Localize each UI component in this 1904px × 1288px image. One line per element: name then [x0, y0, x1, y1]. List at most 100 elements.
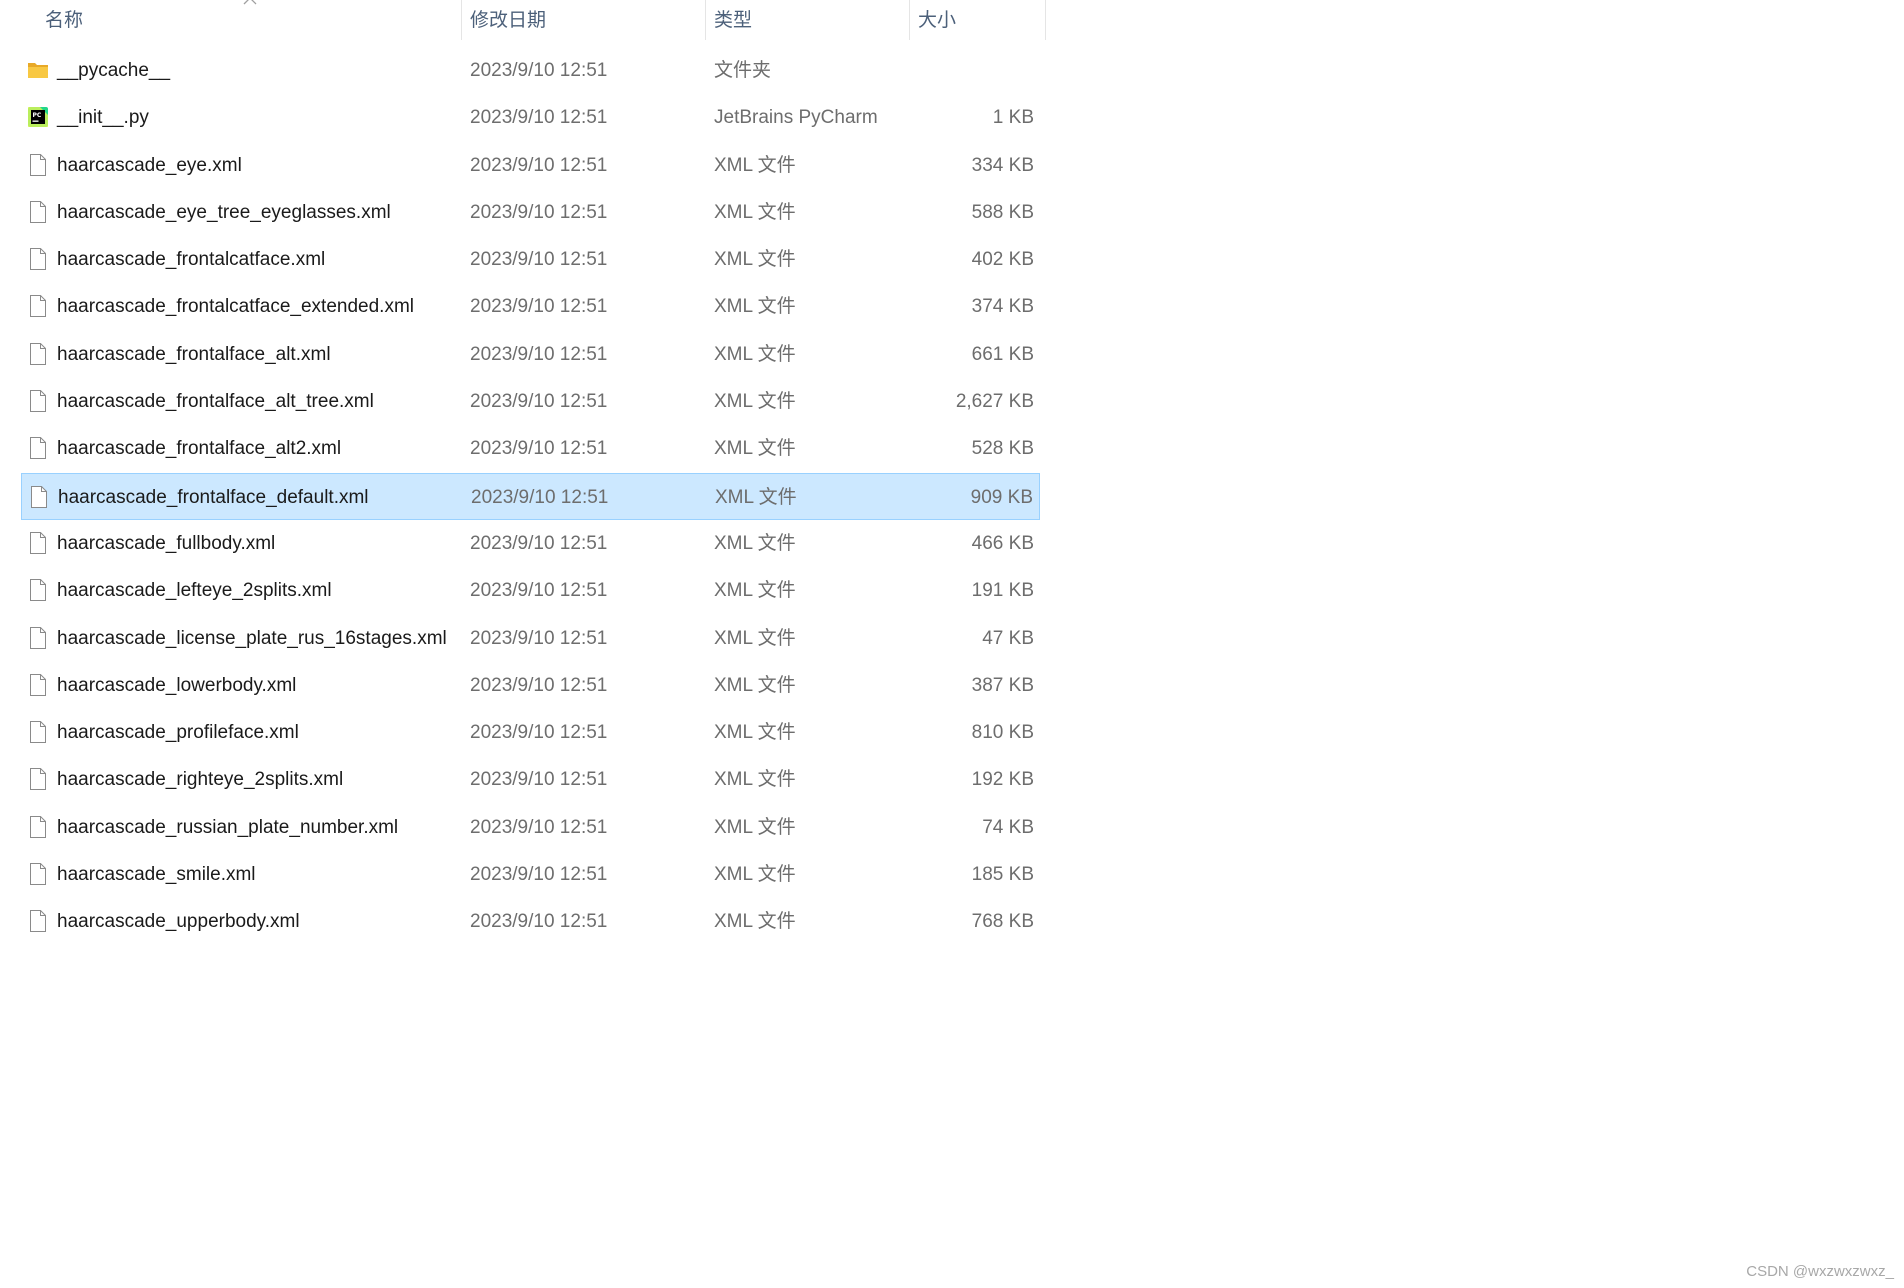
file-modified-date: 2023/9/10 12:51 [470, 627, 608, 649]
file-row[interactable]: haarcascade_russian_plate_number.xml 2023… [21, 804, 1040, 851]
file-modified-date: 2023/9/10 12:51 [470, 532, 608, 554]
file-name: haarcascade_eye.xml [57, 154, 242, 176]
file-icon [27, 247, 49, 271]
file-modified-date: 2023/9/10 12:51 [471, 486, 609, 508]
file-row[interactable]: haarcascade_smile.xml 2023/9/10 12:51 XML … [21, 851, 1040, 898]
file-row[interactable]: haarcascade_eye_tree_eyeglasses.xml 2023/… [21, 189, 1040, 236]
file-size: 185 KB [971, 864, 1034, 886]
file-icon [27, 862, 49, 886]
file-row[interactable]: haarcascade_lefteye_2splits.xml 2023/9/10… [21, 567, 1040, 614]
file-icon [28, 485, 50, 509]
file-name: haarcascade_frontalface_alt_tree.xml [57, 391, 374, 413]
file-row[interactable]: haarcascade_frontalcatface_extended.xml 2… [21, 283, 1040, 330]
file-row[interactable]: haarcascade_frontalcatface.xml 2023/9/10 … [21, 236, 1040, 283]
file-name: haarcascade_frontalface_alt2.xml [57, 438, 342, 460]
file-row[interactable]: haarcascade_frontalface_alt.xml 2023/9/10… [21, 331, 1040, 378]
file-type: XML 文件 [714, 296, 796, 318]
file-row[interactable]: haarcascade_righteye_2splits.xml 2023/9/1… [21, 756, 1040, 803]
file-row[interactable]: haarcascade_lowerbody.xml 2023/9/10 12:51… [21, 662, 1040, 709]
file-size: 192 KB [971, 769, 1034, 791]
file-size: 909 KB [970, 486, 1033, 508]
file-size: 334 KB [971, 154, 1034, 176]
pycharm-icon: PC [27, 105, 49, 129]
column-divider[interactable] [1045, 0, 1046, 40]
file-type: XML 文件 [714, 532, 796, 554]
file-icon [27, 342, 49, 366]
file-modified-date: 2023/9/10 12:51 [470, 107, 608, 129]
file-type: XML 文件 [714, 249, 796, 271]
file-modified-date: 2023/9/10 12:51 [470, 769, 608, 791]
file-type: XML 文件 [714, 438, 796, 460]
file-size: 191 KB [971, 580, 1034, 602]
file-modified-date: 2023/9/10 12:51 [470, 343, 608, 365]
file-icon [27, 436, 49, 460]
file-row[interactable]: __pycache__ 2023/9/10 12:51 文件夹 [21, 47, 1040, 94]
file-row[interactable]: haarcascade_profileface.xml 2023/9/10 12:… [21, 709, 1040, 756]
file-modified-date: 2023/9/10 12:51 [470, 722, 608, 744]
file-icon [27, 200, 49, 224]
file-size: 47 KB [982, 627, 1034, 649]
file-row[interactable]: haarcascade_frontalface_alt_tree.xml 2023… [21, 378, 1040, 425]
file-type: XML 文件 [714, 864, 796, 886]
sort-ascending-icon [243, 0, 257, 5]
column-divider[interactable] [705, 0, 706, 40]
file-size: 1 KB [992, 107, 1034, 129]
column-header-type[interactable]: 类型 [714, 0, 904, 40]
file-size: 74 KB [982, 816, 1034, 838]
file-row[interactable]: haarcascade_frontalface_alt2.xml 2023/9/1… [21, 425, 1040, 472]
column-divider[interactable] [461, 0, 462, 40]
file-modified-date: 2023/9/10 12:51 [470, 438, 608, 460]
file-icon [27, 815, 49, 839]
file-row[interactable]: haarcascade_frontalface_default.xml 2023/… [21, 472, 1040, 520]
file-size: 374 KB [971, 296, 1034, 318]
column-header-date[interactable]: 修改日期 [470, 0, 700, 40]
file-name: haarcascade_smile.xml [57, 864, 256, 886]
file-name: haarcascade_license_plate_rus_16stages.x… [57, 627, 447, 649]
column-header-name[interactable]: 名称 [45, 0, 460, 40]
column-header-bar: 名称 修改日期 类型 大小 [0, 0, 1046, 42]
file-type: XML 文件 [714, 674, 796, 696]
file-size: 528 KB [971, 438, 1034, 460]
file-modified-date: 2023/9/10 12:51 [470, 391, 608, 413]
column-header-size[interactable]: 大小 [918, 0, 1038, 40]
file-type: XML 文件 [714, 391, 796, 413]
file-row[interactable]: PC __init__.py 2023/9/10 12:51 JetBrains Py… [21, 94, 1040, 141]
file-name: haarcascade_profileface.xml [57, 722, 299, 744]
file-modified-date: 2023/9/10 12:51 [470, 816, 608, 838]
file-icon [27, 578, 49, 602]
file-type: XML 文件 [714, 343, 796, 365]
file-list: __pycache__ 2023/9/10 12:51 文件夹 PC __init__.… [21, 47, 1040, 946]
file-row[interactable]: haarcascade_license_plate_rus_16stages.x… [21, 615, 1040, 662]
file-size: 661 KB [971, 343, 1034, 365]
file-name: haarcascade_righteye_2splits.xml [57, 769, 344, 791]
file-type: XML 文件 [714, 816, 796, 838]
file-icon [27, 294, 49, 318]
file-modified-date: 2023/9/10 12:51 [470, 201, 608, 223]
file-type: XML 文件 [714, 201, 796, 223]
file-modified-date: 2023/9/10 12:51 [470, 911, 608, 933]
file-type: XML 文件 [714, 911, 796, 933]
file-name: haarcascade_eye_tree_eyeglasses.xml [57, 201, 391, 223]
file-name: __pycache__ [57, 60, 171, 81]
file-size: 466 KB [971, 532, 1034, 554]
file-name: haarcascade_upperbody.xml [57, 911, 300, 933]
file-icon [27, 389, 49, 413]
file-type: XML 文件 [715, 486, 797, 508]
file-icon [27, 767, 49, 791]
file-row[interactable]: haarcascade_upperbody.xml 2023/9/10 12:51… [21, 898, 1040, 945]
file-modified-date: 2023/9/10 12:51 [470, 864, 608, 886]
file-name: haarcascade_frontalcatface.xml [57, 249, 326, 271]
file-size: 2,627 KB [955, 391, 1034, 413]
file-row[interactable]: haarcascade_eye.xml 2023/9/10 12:51 XML 文件… [21, 142, 1040, 189]
file-modified-date: 2023/9/10 12:51 [470, 249, 608, 271]
file-size: 402 KB [971, 249, 1034, 271]
file-name: haarcascade_fullbody.xml [57, 532, 276, 554]
file-type: XML 文件 [714, 722, 796, 744]
file-type: XML 文件 [714, 627, 796, 649]
file-row[interactable]: haarcascade_fullbody.xml 2023/9/10 12:51 X… [21, 520, 1040, 567]
column-divider[interactable] [909, 0, 910, 40]
file-name: __init__.py [57, 107, 149, 129]
file-modified-date: 2023/9/10 12:51 [470, 154, 608, 176]
file-name: haarcascade_frontalface_alt.xml [57, 343, 331, 365]
file-size: 810 KB [971, 722, 1034, 744]
